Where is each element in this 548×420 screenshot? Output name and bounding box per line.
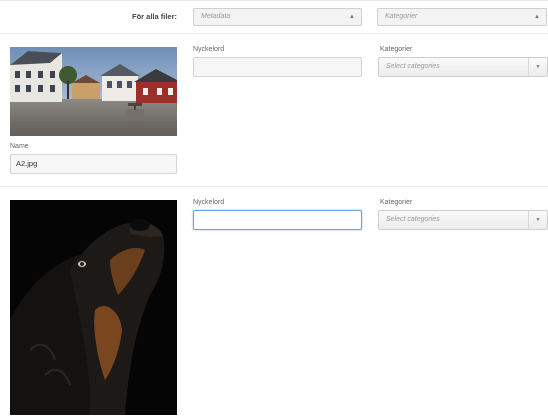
keywords-label: Nyckelord — [193, 199, 225, 206]
town-street-image — [10, 47, 177, 136]
sort-arrows-icon: ▲︎ — [349, 14, 355, 20]
keywords-label: Nyckelord — [193, 46, 225, 53]
categories-placeholder: Select categories — [386, 63, 440, 70]
bulk-categories-select[interactable]: Kategorier ▲︎ — [377, 8, 547, 26]
name-input[interactable]: A2.jpg — [10, 154, 177, 174]
section-divider — [0, 33, 548, 34]
sort-arrows-icon: ▲︎ — [534, 14, 540, 20]
keywords-input-focused[interactable] — [193, 210, 362, 230]
name-label: Name — [10, 143, 29, 150]
categories-label: Kategorier — [380, 46, 413, 53]
categories-select[interactable]: Select categories ▼ — [378, 210, 548, 230]
keywords-input[interactable] — [193, 57, 362, 77]
file-thumbnail-town — [10, 47, 177, 136]
section-divider — [0, 186, 548, 187]
categories-placeholder: Select categories — [386, 216, 440, 223]
categories-select[interactable]: Select categories ▼ — [378, 57, 548, 77]
dog-portrait-image — [10, 200, 177, 415]
categories-label: Kategorier — [380, 199, 413, 206]
top-divider — [0, 0, 548, 1]
bulk-metadata-select[interactable]: Metadata ▲︎ — [193, 8, 362, 26]
chevron-down-icon: ▼ — [528, 58, 547, 76]
chevron-down-icon: ▼ — [528, 211, 547, 229]
bulk-apply-label: För alla filer: — [131, 12, 177, 21]
bulk-categories-value: Kategorier — [385, 13, 418, 20]
bulk-metadata-value: Metadata — [201, 13, 231, 20]
file-thumbnail-dog — [10, 200, 177, 415]
